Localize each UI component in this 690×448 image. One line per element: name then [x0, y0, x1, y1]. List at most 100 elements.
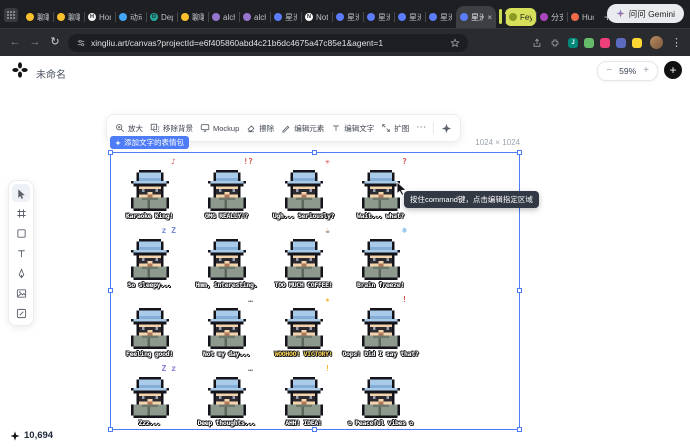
tab-favicon: [571, 13, 579, 21]
sticker-cell[interactable]: ☕ TOO MUCH COFFEE!: [265, 222, 342, 291]
browser-tab[interactable]: 星洲: [425, 6, 456, 28]
draw-tool[interactable]: [12, 304, 30, 322]
toolbar-item-mockup[interactable]: Mockup: [200, 123, 239, 133]
shape-tool[interactable]: [12, 224, 30, 242]
tab-label: 聊聊: [37, 12, 49, 23]
browser-tab[interactable]: 星洲×: [456, 6, 496, 28]
credits-badge[interactable]: 10,694: [10, 430, 53, 441]
browser-tab[interactable]: NNot!: [301, 6, 332, 28]
toolbar-item-expand[interactable]: 扩图: [381, 123, 409, 134]
zoom-in-button[interactable]: +: [643, 66, 649, 76]
site-settings-icon[interactable]: [76, 38, 86, 48]
url-bar[interactable]: xingliu.art/canvas?projectId=e6f405860ab…: [68, 34, 468, 52]
browser-menu-button[interactable]: ⋮: [671, 36, 682, 49]
app-logo-icon[interactable]: [12, 62, 28, 78]
extension-icon[interactable]: [584, 38, 594, 48]
sticker-cell[interactable]: ❄ Brain freeze!: [342, 222, 419, 291]
browser-tab[interactable]: 星洲: [270, 6, 301, 28]
tab-label: 星洲: [285, 12, 297, 23]
browser-tab[interactable]: 星洲: [394, 6, 425, 28]
extensions-puzzle-icon[interactable]: [550, 38, 560, 48]
sticker-cell[interactable]: !? OMG REALLY!?: [188, 153, 265, 222]
tab-strip: 聊聊聊聊HHon动动DDep聊聊alchalch星洲NNot!星洲星洲星洲星洲星…: [0, 0, 690, 28]
sticker-cell[interactable]: ✳ Ugh... Seriously?: [265, 153, 342, 222]
tab-label: 星洲: [440, 12, 452, 23]
sticker-mark: !: [325, 364, 330, 373]
browser-tab[interactable]: 星洲: [332, 6, 363, 28]
frame-tool[interactable]: [12, 204, 30, 222]
sticker-cell[interactable]: ! Oops! Did I say that?: [342, 291, 419, 360]
toolbar-more-button[interactable]: ⋯: [416, 123, 426, 133]
browser-tab[interactable]: alch: [208, 6, 239, 28]
sticker-caption: Hmm, interesting.: [196, 281, 257, 289]
tab-favicon: N: [305, 13, 313, 21]
selection-handle[interactable]: [517, 427, 522, 432]
extension-icon[interactable]: [600, 38, 610, 48]
back-button[interactable]: ←: [8, 37, 22, 48]
selection-handle[interactable]: [517, 150, 522, 155]
sticker-mark: !?: [243, 157, 253, 166]
browser-tab[interactable]: 聊聊: [53, 6, 84, 28]
extension-icon[interactable]: [632, 38, 642, 48]
sticker-cell[interactable]: Feeling good!: [111, 291, 188, 360]
sticker-cell[interactable]: ✿ Peaceful vibes ✿: [342, 360, 419, 429]
text-tool[interactable]: [12, 244, 30, 262]
select-tool[interactable]: [12, 184, 30, 202]
reload-button[interactable]: ↻: [48, 37, 62, 48]
sticker-grid[interactable]: ♪ Karaoke King!!?: [111, 153, 419, 429]
sticker-character: [359, 308, 403, 349]
browser-tab[interactable]: 分支: [536, 6, 567, 28]
tab-close-icon[interactable]: ×: [487, 13, 492, 22]
tab-label: 星洲: [347, 12, 359, 23]
sticker-cell[interactable]: Z z Zzz...: [111, 360, 188, 429]
mockup-icon: [200, 123, 210, 133]
erase-icon: [246, 123, 256, 133]
browser-tab[interactable]: alch: [239, 6, 270, 28]
browser-tab[interactable]: 聊聊: [177, 6, 208, 28]
browser-tab[interactable]: Fey:: [505, 8, 536, 26]
zoom-out-button[interactable]: −: [606, 66, 612, 76]
toolbar-item-edit-text[interactable]: 编辑文字: [331, 123, 374, 134]
doc-title[interactable]: 未命名: [36, 66, 66, 81]
toolbar-item-remove-bg[interactable]: 移除背景: [150, 123, 193, 134]
extension-icon[interactable]: J: [568, 38, 578, 48]
sticker-character: [359, 377, 403, 418]
sticker-cell[interactable]: ★ WOOHOO! VICTORY!: [265, 291, 342, 360]
pen-tool[interactable]: [12, 264, 30, 282]
browser-tab[interactable]: 星洲: [363, 6, 394, 28]
sticker-cell[interactable]: … Not my day...: [188, 291, 265, 360]
browser-tab[interactable]: DDep: [146, 6, 177, 28]
bookmark-star-icon[interactable]: [450, 38, 460, 48]
browser-tab[interactable]: HHon: [84, 6, 115, 28]
toolbar-item-erase[interactable]: 擦除: [246, 123, 274, 134]
sticker-cell[interactable]: ♪ Karaoke King!: [111, 153, 188, 222]
add-button[interactable]: +: [664, 61, 682, 79]
browser-tab[interactable]: 动动: [115, 6, 146, 28]
sticker-cell[interactable]: … Deep thoughts...: [188, 360, 265, 429]
tab-label: 星洲: [409, 12, 421, 23]
hover-tooltip: 按住command键，点击编辑指定区域: [404, 191, 539, 208]
zoom-control: − 59% +: [597, 61, 658, 81]
sticker-caption: TOO MUCH COFFEE!: [275, 281, 333, 289]
toolbar-item-label: 扩图: [394, 123, 409, 134]
toolbar-item-edit-elements[interactable]: 编辑元素: [281, 123, 324, 134]
sticker-character: [282, 239, 326, 280]
sticker-cell[interactable]: z Z So sleepy...: [111, 222, 188, 291]
forward-button[interactable]: →: [28, 37, 42, 48]
sticker-cell[interactable]: ! AHH! IDEA!: [265, 360, 342, 429]
ask-gemini-button[interactable]: 问问 Gemini: [607, 4, 684, 23]
toolbar-item-label: 移除背景: [163, 123, 193, 134]
sticker-cell[interactable]: Hmm, interesting.: [188, 222, 265, 291]
toolbar-sparkle-button[interactable]: [441, 123, 452, 134]
sticker-character: [205, 239, 249, 280]
selection-handle[interactable]: [517, 288, 522, 293]
share-icon[interactable]: [532, 38, 542, 48]
image-tool[interactable]: [12, 284, 30, 302]
extension-icon[interactable]: [616, 38, 626, 48]
browser-tab[interactable]: 聊聊: [22, 6, 53, 28]
tab-overview-icon[interactable]: [4, 8, 18, 22]
toolbar-item-upscale[interactable]: 放大: [115, 123, 143, 134]
profile-avatar[interactable]: [650, 36, 663, 49]
sticker-caption: Deep thoughts...: [198, 419, 256, 427]
browser-tab[interactable]: Huo: [567, 6, 598, 28]
